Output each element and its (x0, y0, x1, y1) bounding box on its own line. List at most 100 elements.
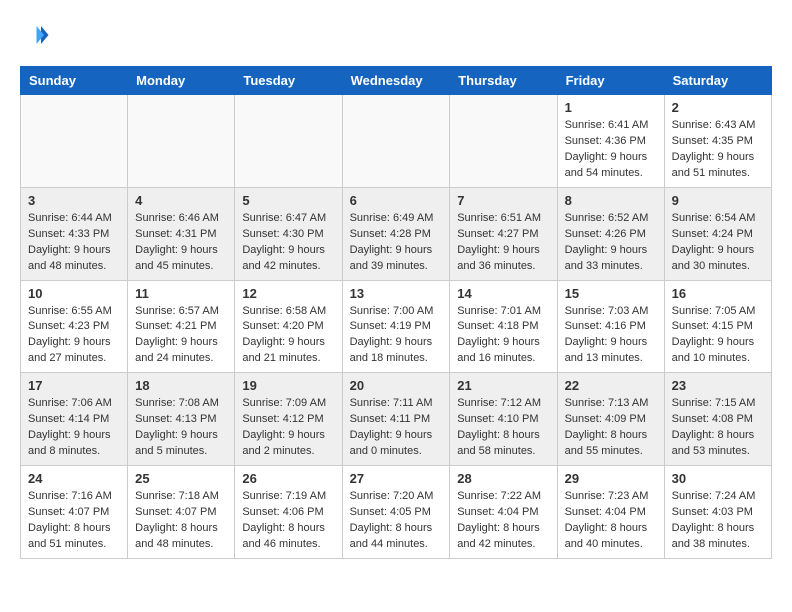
day-info: Sunrise: 6:55 AMSunset: 4:23 PMDaylight:… (28, 304, 120, 368)
day-info: Sunrise: 7:03 AMSunset: 4:16 PMDaylight:… (565, 304, 657, 368)
day-info: Sunrise: 7:13 AMSunset: 4:09 PMDaylight:… (565, 396, 657, 460)
empty-cell (235, 95, 342, 188)
day-number: 15 (565, 286, 657, 301)
day-cell-26: 26 Sunrise: 7:19 AMSunset: 4:06 PMDayligh… (235, 466, 342, 559)
day-cell-24: 24Sunrise: 7:16 AMSunset: 4:07 PMDayligh… (21, 466, 128, 559)
day-number: 25 (135, 471, 227, 486)
day-cell-6: 6 Sunrise: 6:49 AMSunset: 4:28 PMDaylight… (342, 187, 450, 280)
logo (20, 20, 54, 50)
col-header-tuesday: Tuesday (235, 67, 342, 95)
day-info: Sunrise: 7:11 AMSunset: 4:11 PMDaylight:… (350, 396, 443, 460)
day-number: 3 (28, 193, 120, 208)
day-cell-22: 22 Sunrise: 7:13 AMSunset: 4:09 PMDayligh… (557, 373, 664, 466)
day-info: Sunrise: 7:22 AMSunset: 4:04 PMDaylight:… (457, 489, 549, 553)
day-info: Sunrise: 6:43 AMSunset: 4:35 PMDaylight:… (672, 118, 764, 182)
empty-cell (21, 95, 128, 188)
calendar-week-1: 1Sunrise: 6:41 AMSunset: 4:36 PMDaylight… (21, 95, 772, 188)
day-cell-29: 29 Sunrise: 7:23 AMSunset: 4:04 PMDayligh… (557, 466, 664, 559)
day-number: 9 (672, 193, 764, 208)
day-cell-1: 1Sunrise: 6:41 AMSunset: 4:36 PMDaylight… (557, 95, 664, 188)
col-header-thursday: Thursday (450, 67, 557, 95)
calendar-week-2: 3 Sunrise: 6:44 AMSunset: 4:33 PMDaylight… (21, 187, 772, 280)
day-info: Sunrise: 6:47 AMSunset: 4:30 PMDaylight:… (242, 211, 334, 275)
col-header-monday: Monday (128, 67, 235, 95)
day-number: 7 (457, 193, 549, 208)
day-number: 12 (242, 286, 334, 301)
day-number: 6 (350, 193, 443, 208)
day-cell-21: 21 Sunrise: 7:12 AMSunset: 4:10 PMDayligh… (450, 373, 557, 466)
day-cell-3: 3 Sunrise: 6:44 AMSunset: 4:33 PMDaylight… (21, 187, 128, 280)
day-cell-5: 5 Sunrise: 6:47 AMSunset: 4:30 PMDaylight… (235, 187, 342, 280)
day-number: 20 (350, 378, 443, 393)
calendar: SundayMondayTuesdayWednesdayThursdayFrid… (20, 66, 772, 559)
day-number: 8 (565, 193, 657, 208)
day-cell-14: 14Sunrise: 7:01 AMSunset: 4:18 PMDayligh… (450, 280, 557, 373)
col-header-wednesday: Wednesday (342, 67, 450, 95)
day-info: Sunrise: 7:24 AMSunset: 4:03 PMDaylight:… (672, 489, 764, 553)
day-number: 26 (242, 471, 334, 486)
day-number: 16 (672, 286, 764, 301)
day-cell-17: 17 Sunrise: 7:06 AMSunset: 4:14 PMDayligh… (21, 373, 128, 466)
day-cell-10: 10 Sunrise: 6:55 AMSunset: 4:23 PMDayligh… (21, 280, 128, 373)
day-number: 24 (28, 471, 120, 486)
day-number: 10 (28, 286, 120, 301)
day-info: Sunrise: 7:20 AMSunset: 4:05 PMDaylight:… (350, 489, 443, 553)
day-cell-18: 18Sunrise: 7:08 AMSunset: 4:13 PMDayligh… (128, 373, 235, 466)
day-info: Sunrise: 7:00 AMSunset: 4:19 PMDaylight:… (350, 304, 443, 368)
day-number: 30 (672, 471, 764, 486)
day-number: 13 (350, 286, 443, 301)
day-info: Sunrise: 7:09 AMSunset: 4:12 PMDaylight:… (242, 396, 334, 460)
day-info: Sunrise: 6:54 AMSunset: 4:24 PMDaylight:… (672, 211, 764, 275)
day-info: Sunrise: 6:52 AMSunset: 4:26 PMDaylight:… (565, 211, 657, 275)
day-number: 5 (242, 193, 334, 208)
day-info: Sunrise: 6:51 AMSunset: 4:27 PMDaylight:… (457, 211, 549, 275)
calendar-week-3: 10 Sunrise: 6:55 AMSunset: 4:23 PMDayligh… (21, 280, 772, 373)
day-cell-25: 25 Sunrise: 7:18 AMSunset: 4:07 PMDayligh… (128, 466, 235, 559)
day-info: Sunrise: 7:18 AMSunset: 4:07 PMDaylight:… (135, 489, 227, 553)
day-cell-4: 4Sunrise: 6:46 AMSunset: 4:31 PMDaylight… (128, 187, 235, 280)
calendar-header-row: SundayMondayTuesdayWednesdayThursdayFrid… (21, 67, 772, 95)
day-cell-28: 28Sunrise: 7:22 AMSunset: 4:04 PMDayligh… (450, 466, 557, 559)
day-cell-23: 23Sunrise: 7:15 AMSunset: 4:08 PMDayligh… (664, 373, 771, 466)
day-info: Sunrise: 7:19 AMSunset: 4:06 PMDaylight:… (242, 489, 334, 553)
day-number: 11 (135, 286, 227, 301)
day-info: Sunrise: 7:06 AMSunset: 4:14 PMDaylight:… (28, 396, 120, 460)
day-cell-8: 8 Sunrise: 6:52 AMSunset: 4:26 PMDaylight… (557, 187, 664, 280)
day-info: Sunrise: 7:15 AMSunset: 4:08 PMDaylight:… (672, 396, 764, 460)
day-info: Sunrise: 7:12 AMSunset: 4:10 PMDaylight:… (457, 396, 549, 460)
day-cell-9: 9 Sunrise: 6:54 AMSunset: 4:24 PMDaylight… (664, 187, 771, 280)
day-cell-27: 27 Sunrise: 7:20 AMSunset: 4:05 PMDayligh… (342, 466, 450, 559)
day-info: Sunrise: 7:23 AMSunset: 4:04 PMDaylight:… (565, 489, 657, 553)
day-info: Sunrise: 6:49 AMSunset: 4:28 PMDaylight:… (350, 211, 443, 275)
day-number: 29 (565, 471, 657, 486)
day-info: Sunrise: 6:57 AMSunset: 4:21 PMDaylight:… (135, 304, 227, 368)
day-cell-15: 15 Sunrise: 7:03 AMSunset: 4:16 PMDayligh… (557, 280, 664, 373)
day-number: 2 (672, 100, 764, 115)
day-cell-11: 11 Sunrise: 6:57 AMSunset: 4:21 PMDayligh… (128, 280, 235, 373)
day-info: Sunrise: 7:01 AMSunset: 4:18 PMDaylight:… (457, 304, 549, 368)
day-info: Sunrise: 6:44 AMSunset: 4:33 PMDaylight:… (28, 211, 120, 275)
day-number: 21 (457, 378, 549, 393)
day-cell-12: 12Sunrise: 6:58 AMSunset: 4:20 PMDayligh… (235, 280, 342, 373)
day-info: Sunrise: 6:41 AMSunset: 4:36 PMDaylight:… (565, 118, 657, 182)
page-header (20, 20, 772, 50)
day-number: 19 (242, 378, 334, 393)
calendar-week-5: 24Sunrise: 7:16 AMSunset: 4:07 PMDayligh… (21, 466, 772, 559)
day-number: 4 (135, 193, 227, 208)
col-header-sunday: Sunday (21, 67, 128, 95)
col-header-saturday: Saturday (664, 67, 771, 95)
empty-cell (342, 95, 450, 188)
day-number: 17 (28, 378, 120, 393)
day-number: 18 (135, 378, 227, 393)
col-header-friday: Friday (557, 67, 664, 95)
empty-cell (450, 95, 557, 188)
day-number: 27 (350, 471, 443, 486)
day-cell-2: 2 Sunrise: 6:43 AMSunset: 4:35 PMDaylight… (664, 95, 771, 188)
day-info: Sunrise: 7:05 AMSunset: 4:15 PMDaylight:… (672, 304, 764, 368)
day-cell-30: 30 Sunrise: 7:24 AMSunset: 4:03 PMDayligh… (664, 466, 771, 559)
day-cell-7: 7 Sunrise: 6:51 AMSunset: 4:27 PMDaylight… (450, 187, 557, 280)
day-number: 22 (565, 378, 657, 393)
day-cell-13: 13 Sunrise: 7:00 AMSunset: 4:19 PMDayligh… (342, 280, 450, 373)
day-cell-20: 20 Sunrise: 7:11 AMSunset: 4:11 PMDayligh… (342, 373, 450, 466)
day-cell-19: 19 Sunrise: 7:09 AMSunset: 4:12 PMDayligh… (235, 373, 342, 466)
